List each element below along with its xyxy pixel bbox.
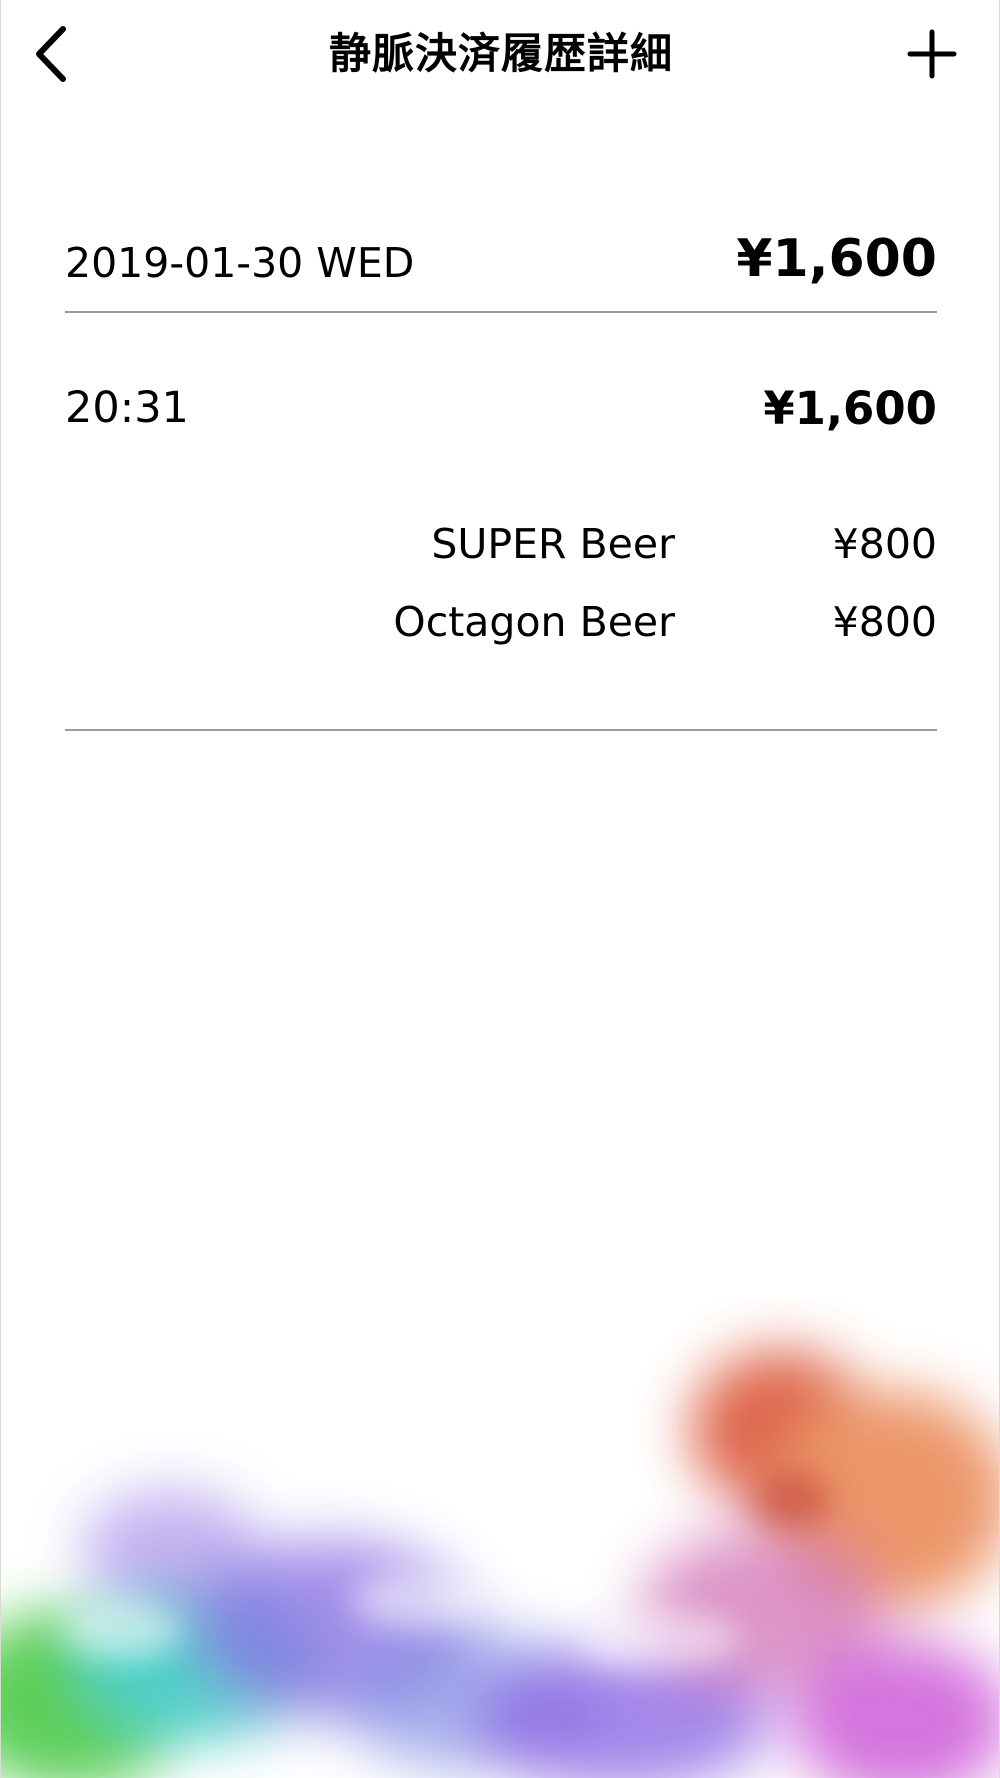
page-title: 静脈決済履歴詳細	[328, 29, 673, 78]
line-item-price: ¥800	[832, 598, 937, 646]
divider	[65, 729, 937, 731]
payment-history-detail-screen: 静脈決済履歴詳細 2019-01-30 WED ¥1,600 20:31 ¥1,…	[0, 0, 1000, 1778]
day-summary-row: 2019-01-30 WED ¥1,600	[65, 222, 937, 302]
transaction-amount: ¥1,600	[763, 382, 937, 435]
line-item-price: ¥800	[832, 520, 937, 568]
rainbow-smoke-decoration	[1, 1350, 999, 1778]
chevron-left-icon	[36, 26, 66, 82]
navigation-bar: 静脈決済履歴詳細	[1, 0, 999, 110]
line-item: SUPER Beer ¥800	[65, 516, 937, 572]
day-date: 2019-01-30 WED	[65, 239, 415, 287]
line-item: Octagon Beer ¥800	[65, 594, 937, 650]
divider	[65, 311, 937, 313]
transaction-entry: 20:31 ¥1,600 SUPER Beer ¥800 Octagon Bee…	[65, 380, 937, 680]
line-item-name: Octagon Beer	[393, 598, 675, 646]
add-button[interactable]	[896, 18, 968, 90]
day-total-amount: ¥1,600	[736, 229, 937, 289]
transaction-time: 20:31	[65, 383, 189, 433]
back-button[interactable]	[15, 18, 87, 90]
plus-icon	[907, 29, 957, 79]
line-item-name: SUPER Beer	[431, 520, 675, 568]
